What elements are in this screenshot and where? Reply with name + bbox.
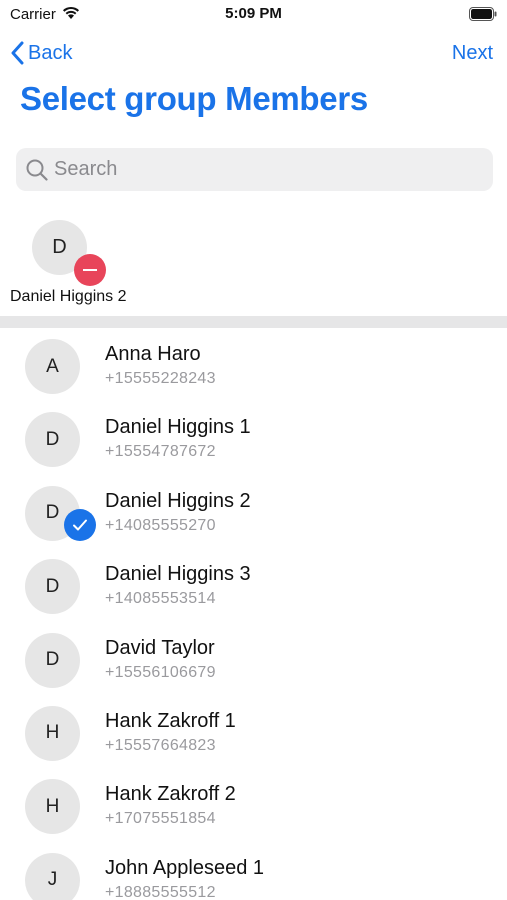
avatar-initial: H	[45, 795, 60, 817]
selected-member-name: Daniel Higgins 2	[10, 288, 127, 305]
avatar-initial: D	[45, 649, 60, 671]
avatar-initial: D	[45, 575, 60, 597]
contact-name: Hank Zakroff 1	[105, 709, 236, 732]
avatar-initial: D	[52, 236, 67, 258]
selected-members: D Daniel Higgins 2	[0, 210, 507, 316]
back-label: Back	[28, 41, 73, 64]
avatar: D	[25, 632, 80, 688]
contact-name: John Appleseed 1	[105, 856, 265, 879]
contact-phone: +15554787672	[105, 443, 216, 461]
section-divider	[0, 316, 507, 328]
contact-row[interactable]: D Daniel Higgins 1 +15554787672	[0, 403, 507, 476]
contact-phone: +14085553514	[105, 590, 216, 608]
contact-row[interactable]: A Anna Haro +15555228243	[0, 330, 507, 403]
search-icon	[26, 159, 48, 181]
contact-row[interactable]: H Hank Zakroff 1 +15557664823	[0, 697, 507, 770]
avatar: H	[25, 705, 80, 761]
clock: 5:09 PM	[225, 5, 282, 22]
contact-row[interactable]: H Hank Zakroff 2 +17075551854	[0, 770, 507, 843]
next-button[interactable]: Next	[452, 38, 493, 68]
avatar-initial: J	[47, 869, 58, 891]
contact-name: Anna Haro	[105, 343, 201, 365]
avatar-initial: H	[45, 722, 60, 744]
search-input[interactable]	[54, 158, 454, 181]
contact-phone: +17075551854	[105, 810, 216, 828]
page-title: Select group Members	[20, 80, 368, 117]
contact-row[interactable]: J John Appleseed 1 +18885555512	[0, 844, 507, 900]
contact-phone: +15557664823	[105, 736, 216, 754]
avatar-initial: A	[46, 355, 59, 377]
avatar-initial: D	[45, 502, 60, 524]
battery-icon	[469, 7, 497, 21]
contact-name: Daniel Higgins 1	[105, 416, 251, 439]
avatar: A	[25, 339, 80, 394]
avatar: D	[25, 559, 80, 615]
selected-member-chip: D Daniel Higgins 2	[8, 220, 148, 310]
contact-phone: +15555228243	[105, 370, 216, 387]
contact-phone: +14085555270	[105, 516, 216, 534]
remove-member-button[interactable]	[74, 254, 106, 286]
contact-row[interactable]: D Daniel Higgins 3 +14085553514	[0, 550, 507, 623]
contact-name: David Taylor	[105, 636, 215, 659]
contact-name: Hank Zakroff 2	[105, 783, 236, 806]
minus-icon	[83, 269, 97, 271]
navigation-bar: Back Next	[0, 36, 507, 72]
status-bar: Carrier 5:09 PM	[0, 0, 507, 30]
avatar: D	[25, 412, 80, 468]
avatar-initial: D	[45, 428, 60, 450]
avatar: H	[25, 779, 80, 835]
contact-name: Daniel Higgins 3	[105, 563, 251, 586]
contact-phone: +15556106679	[105, 663, 216, 681]
contact-name: Daniel Higgins 2	[105, 489, 251, 512]
search-bar	[16, 148, 493, 191]
avatar: J	[25, 852, 80, 900]
back-button[interactable]: Back	[10, 38, 72, 68]
contact-phone: +18885555512	[105, 883, 216, 900]
chevron-left-icon	[11, 41, 24, 65]
contact-list: A Anna Haro +15555228243 D Daniel Higgin…	[0, 330, 507, 900]
checkmark-icon	[73, 519, 87, 531]
selected-checkmark-badge	[64, 509, 96, 541]
contact-row[interactable]: D David Taylor +15556106679	[0, 624, 507, 697]
